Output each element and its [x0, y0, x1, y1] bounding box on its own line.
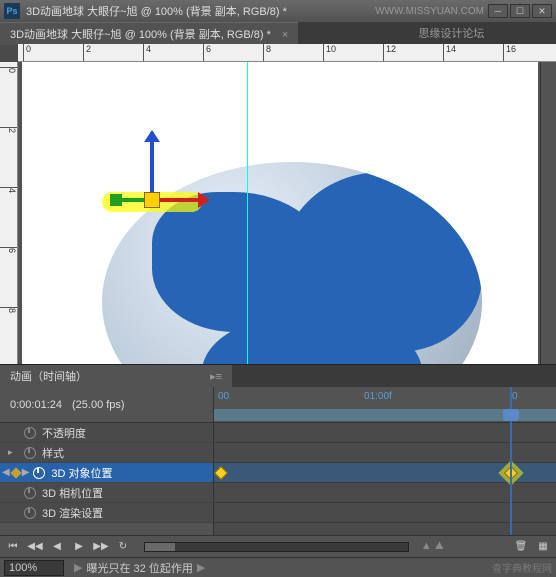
- window-title: 3D动画地球 大眼仔~旭 @ 100% (背景 副本, RGB/8) *: [26, 3, 375, 19]
- track-3d-object-position[interactable]: ◀ ▶ 3D 对象位置: [0, 463, 213, 483]
- play-reverse-button[interactable]: ◀: [48, 539, 66, 555]
- track-lane[interactable]: [214, 423, 556, 443]
- canvas[interactable]: [22, 62, 538, 364]
- loop-button[interactable]: ↻: [114, 539, 132, 555]
- trash-icon[interactable]: 🗑: [512, 539, 530, 555]
- track-lane[interactable]: [214, 443, 556, 463]
- track-opacity[interactable]: 不透明度: [0, 423, 213, 443]
- ruler-tick: 4: [0, 187, 17, 193]
- animation-tab[interactable]: 动画（时间轴） ▸≡: [0, 365, 232, 387]
- prev-keyframe-icon[interactable]: ◀: [2, 467, 10, 478]
- keyframe-nav: ◀ ▶: [2, 467, 29, 478]
- ruler-tick: 4: [143, 44, 151, 61]
- ruler-tick: 8: [0, 307, 17, 313]
- timecode[interactable]: 0:00:01:24: [10, 399, 62, 411]
- ruler-tick: 6: [203, 44, 211, 61]
- prev-frame-button[interactable]: ◀◀: [26, 539, 44, 555]
- canvas-viewport[interactable]: [18, 62, 540, 364]
- timeline-tracks-list: 0:00:01:24 (25.00 fps) 不透明度 ▸ 样式 ◀: [0, 387, 214, 535]
- ruler-tick: 2: [0, 127, 17, 133]
- gizmo-x-axis[interactable]: [152, 198, 208, 202]
- ruler-tick: 16: [503, 44, 516, 61]
- track-3d-camera-position[interactable]: 3D 相机位置: [0, 483, 213, 503]
- ruler-tick: 8: [263, 44, 271, 61]
- ruler-tick: 0: [0, 67, 17, 73]
- playhead[interactable]: [510, 387, 512, 535]
- ruler-tick: 10: [323, 44, 336, 61]
- time-mark: 01:00f: [364, 391, 392, 402]
- play-button[interactable]: ▶: [70, 539, 88, 555]
- panel-menu-icon[interactable]: ▸≡: [210, 371, 222, 383]
- mountain-large-icon[interactable]: ⛰: [435, 540, 444, 553]
- chevron-right-icon[interactable]: ▶: [197, 561, 205, 574]
- ruler-tick: 6: [0, 247, 17, 253]
- close-button[interactable]: ✕: [532, 4, 552, 18]
- track-lane-selected[interactable]: [214, 463, 556, 483]
- statusbar: 100% ▶ 曝光只在 32 位起作用 ▶ 查字典教程网: [0, 557, 556, 577]
- app-window: Ps 3D动画地球 大眼仔~旭 @ 100% (背景 副本, RGB/8) * …: [0, 0, 556, 567]
- document-tabbar: 3D动画地球 大眼仔~旭 @ 100% (背景 副本, RGB/8) * × 思…: [0, 22, 556, 44]
- fps-label: (25.00 fps): [72, 399, 125, 411]
- tab-label: 3D动画地球 大眼仔~旭 @ 100% (背景 副本, RGB/8) *: [10, 29, 271, 41]
- keyframe-icon[interactable]: [214, 466, 228, 480]
- mountain-small-icon[interactable]: ▲: [421, 540, 432, 553]
- time-mark: 0: [512, 391, 518, 402]
- panel-tab-label: 动画（时间轴）: [10, 371, 87, 383]
- track-label: 3D 相机位置: [42, 485, 103, 501]
- timeline-header: 0:00:01:24 (25.00 fps): [0, 387, 213, 423]
- stopwatch-icon[interactable]: [24, 427, 36, 439]
- maximize-button[interactable]: ☐: [510, 4, 530, 18]
- stopwatch-icon[interactable]: [24, 447, 36, 459]
- 3d-transform-gizmo[interactable]: [102, 132, 222, 232]
- convert-frames-icon[interactable]: ▦: [534, 539, 552, 555]
- track-label: 3D 渲染设置: [42, 505, 103, 521]
- playback-controls: ⏮ ◀◀ ◀ ▶ ▶▶ ↻ ▲ ⛰ 🗑 ▦: [0, 535, 556, 557]
- vertical-scrollbar[interactable]: [540, 62, 556, 364]
- stopwatch-icon[interactable]: [24, 507, 36, 519]
- zoom-icons: ▲ ⛰: [421, 540, 444, 553]
- track-label: 3D 对象位置: [51, 465, 112, 481]
- document-tab[interactable]: 3D动画地球 大眼仔~旭 @ 100% (背景 副本, RGB/8) * ×: [0, 22, 298, 45]
- ruler-horizontal[interactable]: 0 2 4 6 8 10 12 14 16: [18, 44, 556, 62]
- ruler-tick: 14: [443, 44, 456, 61]
- next-keyframe-icon[interactable]: ▶: [22, 467, 30, 478]
- rewind-button[interactable]: ⏮: [4, 539, 22, 555]
- add-keyframe-icon[interactable]: [10, 467, 21, 478]
- track-label: 样式: [42, 445, 64, 461]
- track-label: 不透明度: [42, 425, 86, 441]
- status-message: 曝光只在 32 位起作用: [86, 560, 192, 576]
- gizmo-center[interactable]: [144, 192, 160, 208]
- window-buttons: ─ ☐ ✕: [488, 4, 552, 18]
- panel-tabbar: 动画（时间轴） ▸≡: [0, 365, 556, 387]
- animation-panel: 动画（时间轴） ▸≡ 0:00:01:24 (25.00 fps) 不透明度 ▸: [0, 364, 556, 557]
- document-area: 0 2 4 6 8: [0, 62, 556, 364]
- stopwatch-icon[interactable]: [33, 467, 45, 479]
- zoom-field[interactable]: 100%: [4, 560, 64, 576]
- track-lane[interactable]: [214, 483, 556, 503]
- ruler-tick: 2: [83, 44, 91, 61]
- twirl-icon[interactable]: ▸: [8, 447, 18, 458]
- watermark-footer: 查字典教程网: [492, 560, 552, 575]
- vertical-guide[interactable]: [247, 62, 248, 364]
- tab-close-icon[interactable]: ×: [282, 29, 288, 41]
- track-style[interactable]: ▸ 样式: [0, 443, 213, 463]
- app-icon: Ps: [4, 3, 20, 19]
- slider-thumb[interactable]: [145, 543, 175, 551]
- minimize-button[interactable]: ─: [488, 4, 508, 18]
- chevron-right-icon[interactable]: ▶: [74, 561, 82, 574]
- timeline-tracks-area[interactable]: 00 01:00f 0: [214, 387, 556, 535]
- timeline-zoom-slider[interactable]: [144, 542, 409, 552]
- track-lane[interactable]: [214, 503, 556, 523]
- ruler-tick: 0: [23, 44, 31, 61]
- ruler-vertical[interactable]: 0 2 4 6 8: [0, 62, 18, 364]
- timeline: 0:00:01:24 (25.00 fps) 不透明度 ▸ 样式 ◀: [0, 387, 556, 535]
- watermark: WWW.MISSYUAN.COM: [375, 6, 484, 17]
- next-frame-button[interactable]: ▶▶: [92, 539, 110, 555]
- track-3d-render-settings[interactable]: 3D 渲染设置: [0, 503, 213, 523]
- titlebar: Ps 3D动画地球 大眼仔~旭 @ 100% (背景 副本, RGB/8) * …: [0, 0, 556, 22]
- stopwatch-icon[interactable]: [24, 487, 36, 499]
- ruler-tick: 12: [383, 44, 396, 61]
- time-mark: 00: [218, 391, 229, 402]
- forum-text: 思缘设计论坛: [418, 25, 484, 41]
